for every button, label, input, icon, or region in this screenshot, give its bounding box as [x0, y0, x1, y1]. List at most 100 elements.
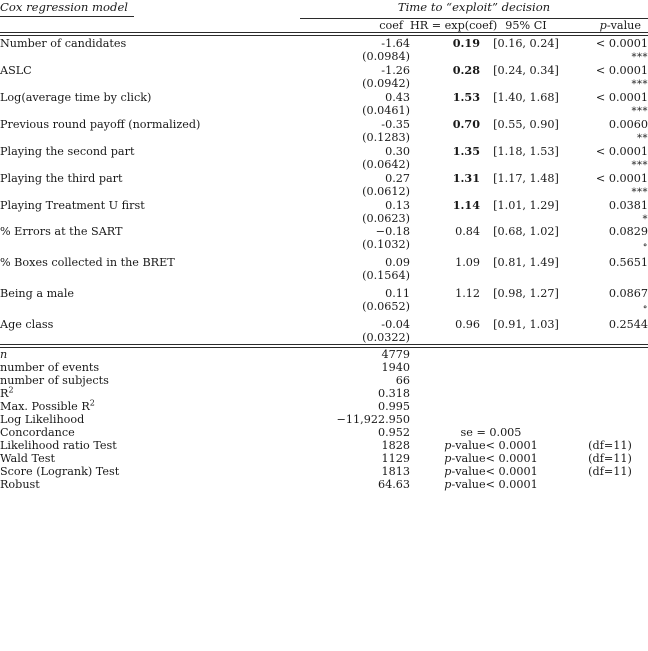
row-label: ASLC	[0, 64, 32, 77]
row-se-spacer	[0, 131, 300, 144]
row-pvalue: 0.0381	[608, 199, 648, 212]
summary-df	[572, 400, 648, 413]
row-se-spacer	[0, 238, 300, 251]
summary-df: (df=11)	[588, 452, 632, 465]
row-se-spacer-ci	[480, 77, 572, 90]
row-se-spacer-ci	[480, 300, 572, 313]
row-se-spacer-hr	[410, 212, 480, 225]
summary-row: number of events 1940	[0, 361, 648, 374]
summary-df	[572, 361, 648, 374]
row-coef: 0.13	[385, 199, 410, 212]
summary-value: 0.952	[377, 426, 410, 439]
row-standard-error: (0.0984)	[362, 50, 410, 63]
significance-stars: ∘	[642, 240, 648, 251]
row-confidence-interval: [0.81, 1.49]	[493, 256, 559, 269]
row-coef: 0.27	[385, 172, 410, 185]
row-standard-error: (0.1564)	[362, 269, 410, 282]
summary-label: Max. Possible R2	[0, 398, 95, 413]
model-title: Cox regression model	[0, 0, 135, 17]
column-header-spacer	[0, 19, 300, 33]
table-row-stderr: (0.1283) **	[0, 131, 648, 144]
row-hazard-ratio: 1.09	[455, 256, 480, 269]
table-row: Log(average time by click) 0.43 1.53 [1.40,…	[0, 90, 648, 104]
cox-regression-table: Cox regression model Time to “exploit” d…	[0, 0, 648, 491]
column-header-coef: coef	[379, 19, 403, 32]
row-pvalue: < 0.0001	[595, 37, 648, 50]
summary-label-cell: number of events	[0, 361, 300, 374]
table-row-stderr: (0.0652) ∘	[0, 300, 648, 313]
regression-table-sheet: Cox regression model Time to “exploit” d…	[0, 0, 648, 651]
table-row-stderr: (0.1032) ∘	[0, 238, 648, 251]
row-label: Being a male	[0, 287, 75, 300]
row-pvalue: < 0.0001	[595, 172, 648, 185]
row-confidence-interval: [0.98, 1.27]	[493, 287, 559, 300]
row-coef: -1.64	[381, 37, 410, 50]
summary-value: 64.63	[377, 478, 410, 491]
row-standard-error: (0.0652)	[362, 300, 410, 313]
row-standard-error: (0.0461)	[362, 104, 410, 117]
summary-label-cell: Wald Test	[0, 452, 300, 465]
row-pvalue: < 0.0001	[595, 91, 648, 104]
summary-row: Max. Possible R2 0.995	[0, 398, 648, 413]
row-se-spacer	[0, 269, 300, 282]
row-label: Age class	[0, 318, 54, 331]
row-hazard-ratio: 0.70	[452, 117, 480, 131]
row-pvalue: 0.0829	[608, 225, 648, 238]
summary-row: Likelihood ratio Test 1828 p-value< 0.0001…	[0, 439, 648, 452]
row-confidence-interval: [1.17, 1.48]	[493, 172, 559, 185]
row-confidence-interval: [0.16, 0.24]	[493, 37, 559, 50]
row-se-spacer-hr	[410, 77, 480, 90]
row-coef: 0.43	[385, 91, 410, 104]
row-hazard-ratio: 1.53	[452, 90, 480, 104]
summary-value: 0.318	[377, 387, 410, 400]
summary-df	[572, 374, 648, 387]
summary-label: Wald Test	[0, 452, 55, 465]
summary-extra	[410, 413, 572, 426]
summary-row: Robust 64.63 p-value< 0.0001	[0, 478, 648, 491]
row-confidence-interval: [0.68, 1.02]	[493, 225, 559, 238]
row-se-spacer-ci	[480, 131, 572, 144]
row-pvalue: 0.0867	[608, 287, 648, 300]
row-se-spacer-hr	[410, 185, 480, 198]
summary-extra: se = 0.005	[460, 426, 522, 439]
summary-extra	[410, 400, 572, 413]
summary-df	[572, 348, 648, 362]
table-row-stderr: (0.0642) ***	[0, 158, 648, 171]
summary-label-cell: number of subjects	[0, 374, 300, 387]
summary-label: Concordance	[0, 426, 75, 439]
summary-df: (df=11)	[588, 439, 632, 452]
summary-extra: p-value< 0.0001	[444, 478, 538, 491]
table-row: Playing Treatment U first 0.13 1.14 [1.01, …	[0, 198, 648, 212]
row-label: % Errors at the SART	[0, 225, 123, 238]
row-standard-error: (0.0612)	[362, 185, 410, 198]
table-row-stderr: (0.0623) *	[0, 212, 648, 225]
table-row: Playing the second part 0.30 1.35 [1.18, 1.…	[0, 144, 648, 158]
row-confidence-interval: [1.40, 1.68]	[493, 91, 559, 104]
summary-label-cell: Score (Logrank) Test	[0, 465, 300, 478]
row-label: Playing the second part	[0, 145, 135, 158]
row-coef: -0.04	[381, 318, 410, 331]
row-se-spacer	[0, 300, 300, 313]
row-se-spacer-hr	[410, 300, 480, 313]
significance-stars: ***	[631, 187, 648, 198]
row-coef: 0.11	[385, 287, 410, 300]
row-se-spacer	[0, 77, 300, 90]
row-hazard-ratio: 0.84	[455, 225, 480, 238]
table-row: Being a male 0.11 1.12 [0.98, 1.27] 0.0867	[0, 282, 648, 300]
summary-extra: p-value< 0.0001	[444, 465, 538, 478]
summary-extra	[410, 361, 572, 374]
row-label: Playing Treatment U first	[0, 199, 145, 212]
row-label: Log(average time by click)	[0, 91, 152, 104]
row-hazard-ratio: 0.28	[452, 63, 480, 77]
significance-stars: *	[642, 214, 648, 225]
table-row: ASLC -1.26 0.28 [0.24, 0.34] < 0.0001	[0, 63, 648, 77]
row-hazard-ratio: 0.19	[452, 36, 480, 50]
significance-stars: ***	[631, 106, 648, 117]
model-title-cell: Cox regression model	[0, 0, 300, 17]
table-row: Previous round payoff (normalized) -0.35 0…	[0, 117, 648, 131]
table-row: % Errors at the SART −0.18 0.84 [0.68, 1.02…	[0, 225, 648, 238]
row-label: Playing the third part	[0, 172, 123, 185]
summary-label: Log Likelihood	[0, 413, 85, 426]
summary-row: Score (Logrank) Test 1813 p-value< 0.0001 (…	[0, 465, 648, 478]
row-pvalue: < 0.0001	[595, 145, 648, 158]
